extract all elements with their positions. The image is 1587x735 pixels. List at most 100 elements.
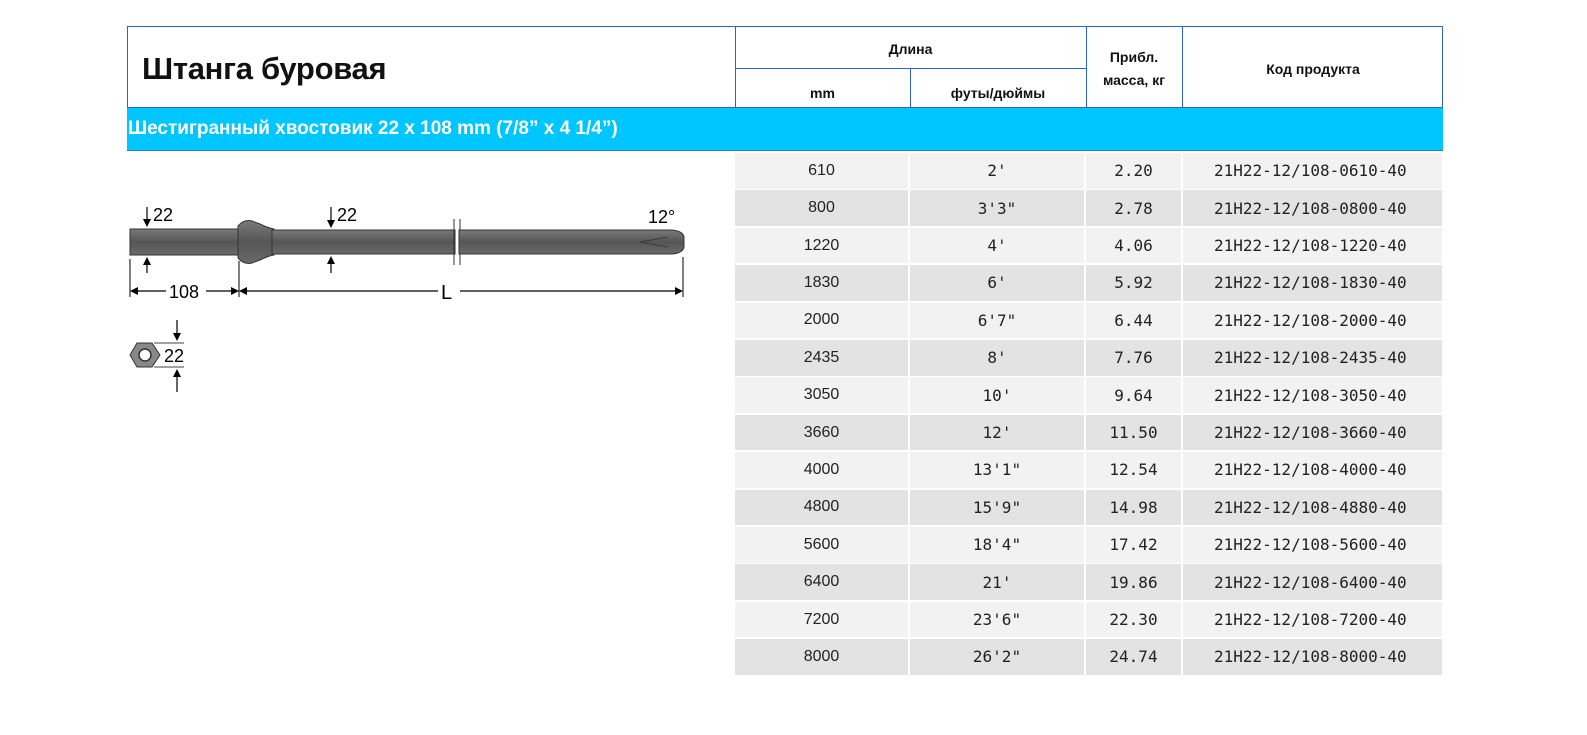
cell-ft: 23'6" [910,601,1084,638]
arrow-head-icon [173,369,181,377]
table-row: 4000 13'1" 12.54 21H22-12/108-4000-40 [735,452,1442,488]
table-row: 1830 6' 5.92 21H22-12/108-1830-40 [735,265,1442,301]
table-row: 610 2' 2.20 21H22-12/108-0610-40 [735,153,1442,189]
rod-body-shape [271,229,456,255]
table-row: 800 3'3" 2.78 21H22-12/108-0800-40 [735,190,1442,226]
col-header-ft: футы/дюймы [950,85,1046,101]
shank-shape [129,228,241,256]
cell-mm: 3660 [735,414,908,451]
cell-mass: 2.78 [1086,190,1181,226]
arrow-head-icon [231,287,239,295]
cell-ft: 4' [910,227,1084,264]
table-header: Штанга буровая Длина mm футы/дюймы Прибл… [127,26,1443,108]
cell-code: 21H22-12/108-6400-40 [1183,564,1442,600]
cell-mm: 6400 [735,564,908,600]
cell-mm: 1830 [735,265,908,301]
table-row: 1220 4' 4.06 21H22-12/108-1220-40 [735,227,1442,264]
cell-mass: 14.98 [1086,489,1181,526]
cell-mass: 12.54 [1086,452,1181,488]
table-row: 7200 23'6" 22.30 21H22-12/108-7200-40 [735,601,1442,638]
table-row: 4800 15'9" 14.98 21H22-12/108-4880-40 [735,489,1442,526]
dim-label-angle: 12° [648,207,675,227]
dim-label-shank-length: 108 [169,282,199,302]
arrow-head-icon [143,219,151,227]
page-title: Штанга буровая [142,51,387,86]
col-header-mm: mm [810,85,835,101]
cell-mass: 5.92 [1086,265,1181,301]
col-header-code: Код продукта [1266,61,1360,77]
cell-mm: 610 [735,153,908,189]
arrow-head-icon [130,287,138,295]
cell-code: 21H22-12/108-7200-40 [1183,601,1442,638]
cell-ft: 12' [910,414,1084,451]
cell-code: 21H22-12/108-0800-40 [1183,190,1442,226]
cell-code: 21H22-12/108-1830-40 [1183,265,1442,301]
drill-rod-drawing: 22 22 12° 108 L 22 [129,205,685,392]
cell-mm: 4000 [735,452,908,488]
cell-code: 21H22-12/108-3660-40 [1183,414,1442,451]
cell-ft: 15'9" [910,489,1084,526]
cell-mass: 17.42 [1086,527,1181,563]
dim-label-shank-dia: 22 [153,205,173,225]
collar-shape [237,220,275,264]
cell-code: 21H22-12/108-4000-40 [1183,452,1442,488]
cell-code: 21H22-12/108-0610-40 [1183,153,1442,189]
col-header-mass: Прибл. масса, кг [1102,49,1166,89]
table-row: 3660 12' 11.50 21H22-12/108-3660-40 [735,414,1442,451]
cell-code: 21H22-12/108-5600-40 [1183,527,1442,563]
cell-ft: 3'3" [910,190,1084,226]
cell-ft: 2' [910,153,1084,189]
cell-ft: 10' [910,377,1084,413]
cell-code: 21H22-12/108-3050-40 [1183,377,1442,413]
table-row: 3050 10' 9.64 21H22-12/108-3050-40 [735,377,1442,413]
cell-code: 21H22-12/108-4880-40 [1183,489,1442,526]
cell-mass: 6.44 [1086,302,1181,339]
cell-mm: 2000 [735,302,908,339]
flushing-hole-shape [138,348,152,362]
cell-ft: 21' [910,564,1084,600]
cell-mass: 7.76 [1086,340,1181,376]
cell-ft: 26'2" [910,639,1084,675]
table-row: 2000 6'7" 6.44 21H22-12/108-2000-40 [735,302,1442,339]
arrow-head-icon [327,220,335,228]
cell-code: 21H22-12/108-1220-40 [1183,227,1442,264]
table-row: 5600 18'4" 17.42 21H22-12/108-5600-40 [735,527,1442,563]
cell-mm: 1220 [735,227,908,264]
table-row: 2435 8' 7.76 21H22-12/108-2435-40 [735,340,1442,376]
cell-mm: 7200 [735,601,908,638]
dim-label-rod-dia: 22 [337,205,357,225]
cell-mm: 800 [735,190,908,226]
cell-mass: 24.74 [1086,639,1181,675]
cell-mass: 19.86 [1086,564,1181,600]
cell-mm: 2435 [735,340,908,376]
dim-label-length: L [441,282,452,304]
cell-ft: 18'4" [910,527,1084,563]
cell-mass: 22.30 [1086,601,1181,638]
rod-tip-shape [458,229,685,255]
cell-mass: 2.20 [1086,153,1181,189]
cell-ft: 13'1" [910,452,1084,488]
cell-mass: 4.06 [1086,227,1181,264]
table-row: 8000 26'2" 24.74 21H22-12/108-8000-40 [735,639,1442,675]
cell-mm: 8000 [735,639,908,675]
arrow-head-icon [675,287,683,295]
divider [735,68,1086,69]
cell-code: 21H22-12/108-8000-40 [1183,639,1442,675]
arrow-head-icon [327,256,335,264]
cell-ft: 8' [910,340,1084,376]
cell-mm: 4800 [735,489,908,526]
cell-mm: 5600 [735,527,908,563]
section-band: Шестигранный хвостовик 22 x 108 mm (7/8”… [127,108,1443,151]
cell-mass: 11.50 [1086,414,1181,451]
section-title: Шестигранный хвостовик 22 x 108 mm (7/8”… [128,118,618,139]
dim-label-hex: 22 [164,346,184,366]
cell-code: 21H22-12/108-2435-40 [1183,340,1442,376]
cell-mm: 3050 [735,377,908,413]
cell-ft: 6'7" [910,302,1084,339]
cell-ft: 6' [910,265,1084,301]
arrow-head-icon [173,333,181,341]
cell-code: 21H22-12/108-2000-40 [1183,302,1442,339]
cell-mass: 9.64 [1086,377,1181,413]
length-group-header: Длина [888,41,933,57]
table-row: 6400 21' 19.86 21H22-12/108-6400-40 [735,564,1442,600]
